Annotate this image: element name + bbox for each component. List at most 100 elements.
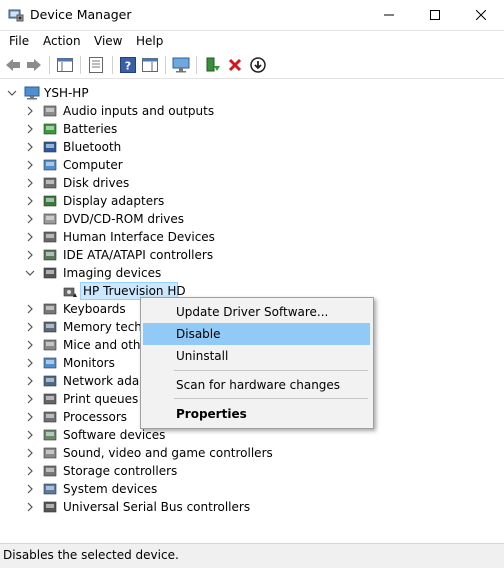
monitor-icon: [43, 357, 57, 369]
tree-category-row[interactable]: Bluetooth: [0, 138, 300, 156]
tree-category-label: System devices: [63, 482, 158, 496]
tree-category-row[interactable]: Imaging devices: [0, 264, 300, 282]
network-adapter-icon: [43, 375, 57, 387]
properties-icon: [89, 57, 103, 73]
chevron-right-icon[interactable]: [25, 250, 35, 260]
scan-hardware-button[interactable]: [172, 56, 190, 74]
back-button[interactable]: [4, 56, 22, 74]
chevron-right-icon[interactable]: [25, 178, 35, 188]
chevron-right-icon[interactable]: [25, 196, 35, 206]
svg-text:?: ?: [125, 60, 131, 73]
toolbar-separator: [112, 56, 113, 74]
scan-hardware-icon: [172, 57, 190, 73]
context-uninstall[interactable]: Uninstall: [143, 345, 370, 367]
window-title: Device Manager: [30, 7, 132, 22]
tree-category-row[interactable]: System devices: [0, 480, 300, 498]
forward-button[interactable]: [25, 56, 43, 74]
properties-button[interactable]: [87, 56, 105, 74]
help-icon: ?: [120, 57, 136, 73]
status-text: Disables the selected device.: [3, 548, 179, 562]
disable-device-button[interactable]: [249, 56, 267, 74]
menu-bar: File Action View Help: [0, 31, 504, 51]
chevron-right-icon[interactable]: [25, 412, 35, 422]
chevron-right-icon[interactable]: [25, 394, 35, 404]
tree-category-label: Keyboards: [63, 302, 126, 316]
chevron-down-icon[interactable]: [7, 88, 17, 98]
show-hide-tree-button[interactable]: [56, 56, 74, 74]
chevron-right-icon[interactable]: [25, 214, 35, 224]
update-driver-button[interactable]: [204, 56, 222, 74]
tree-root-label: YSH-HP: [44, 86, 89, 100]
tree-category-label: Memory techn: [63, 320, 150, 334]
tree-category-row[interactable]: Universal Serial Bus controllers: [0, 498, 300, 516]
action-pane-button[interactable]: [141, 56, 159, 74]
show-hide-tree-icon: [57, 58, 73, 72]
menu-action[interactable]: Action: [43, 34, 81, 48]
toolbar: ?: [0, 52, 504, 79]
tree-category-row[interactable]: Human Interface Devices: [0, 228, 300, 246]
tree-category-row[interactable]: Batteries: [0, 120, 300, 138]
chevron-down-icon[interactable]: [25, 268, 35, 278]
chevron-right-icon[interactable]: [25, 484, 35, 494]
chevron-right-icon[interactable]: [25, 340, 35, 350]
chevron-right-icon[interactable]: [25, 376, 35, 386]
context-scan-hardware[interactable]: Scan for hardware changes: [143, 374, 370, 396]
printer-icon: [43, 393, 57, 405]
tree-category-row[interactable]: IDE ATA/ATAPI controllers: [0, 246, 300, 264]
chevron-right-icon[interactable]: [25, 106, 35, 116]
chevron-right-icon[interactable]: [25, 358, 35, 368]
tree-category-label: Mice and othe: [63, 338, 148, 352]
tree-category-row[interactable]: DVD/CD-ROM drives: [0, 210, 300, 228]
tree-category-row[interactable]: Storage controllers: [0, 462, 300, 480]
context-update-driver[interactable]: Update Driver Software...: [143, 301, 370, 323]
tree-category-label: Universal Serial Bus controllers: [63, 500, 251, 514]
maximize-button[interactable]: [412, 0, 458, 30]
menu-help[interactable]: Help: [136, 34, 163, 48]
context-disable-label: Disable: [176, 327, 221, 341]
tree-category-label: Batteries: [63, 122, 118, 136]
tree-category-label: DVD/CD-ROM drives: [63, 212, 185, 226]
minimize-button[interactable]: [366, 0, 412, 30]
tree-category-row[interactable]: Disk drives: [0, 174, 300, 192]
context-disable[interactable]: Disable: [143, 323, 370, 345]
chevron-right-icon[interactable]: [25, 430, 35, 440]
context-properties[interactable]: Properties: [143, 403, 370, 425]
context-menu: Update Driver Software... Disable Uninst…: [140, 297, 374, 429]
tree-category-label: IDE ATA/ATAPI controllers: [63, 248, 214, 262]
tree-category-label: Network adapt: [63, 374, 152, 388]
chevron-right-icon[interactable]: [25, 160, 35, 170]
chevron-right-icon[interactable]: [25, 322, 35, 332]
context-uninstall-label: Uninstall: [176, 349, 229, 363]
close-button[interactable]: [458, 0, 504, 30]
title-bar: Device Manager: [0, 0, 504, 31]
chevron-right-icon[interactable]: [25, 466, 35, 476]
maximize-icon: [430, 10, 440, 20]
tree-category-label: Sound, video and game controllers: [63, 446, 273, 460]
disable-device-icon: [250, 57, 266, 73]
memory-icon: [43, 321, 57, 333]
software-device-icon: [43, 429, 57, 441]
chevron-right-icon[interactable]: [25, 304, 35, 314]
tree-category-label: Print queues: [63, 392, 139, 406]
tree-category-row[interactable]: Audio inputs and outputs: [0, 102, 300, 120]
chevron-right-icon[interactable]: [25, 142, 35, 152]
menu-view[interactable]: View: [94, 34, 122, 48]
context-separator: [174, 398, 368, 399]
tree-category-row[interactable]: Display adapters: [0, 192, 300, 210]
uninstall-button[interactable]: [226, 56, 244, 74]
dvd-icon: [43, 213, 57, 225]
help-button[interactable]: ?: [119, 56, 137, 74]
chevron-right-icon[interactable]: [25, 448, 35, 458]
tree-category-row[interactable]: Sound, video and game controllers: [0, 444, 300, 462]
chevron-right-icon[interactable]: [25, 502, 35, 512]
disk-drive-icon: [43, 177, 57, 189]
processor-icon: [43, 411, 57, 423]
update-driver-icon: [206, 57, 220, 72]
tree-category-label: Display adapters: [63, 194, 165, 208]
tree-category-row[interactable]: Computer: [0, 156, 300, 174]
uninstall-icon: [228, 58, 242, 72]
chevron-right-icon[interactable]: [25, 124, 35, 134]
menu-file[interactable]: File: [9, 34, 29, 48]
tree-root-row[interactable]: YSH-HP: [0, 84, 200, 102]
chevron-right-icon[interactable]: [25, 232, 35, 242]
